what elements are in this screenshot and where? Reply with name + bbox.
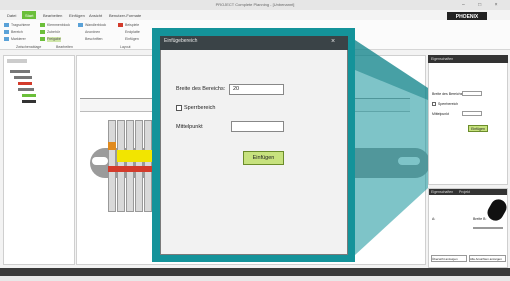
- mittelpunkt-input[interactable]: [231, 121, 284, 132]
- breite-label: Breite des Bereichs:: [176, 86, 226, 92]
- close-icon[interactable]: ×: [327, 37, 339, 47]
- mittelpunkt-label: Mittelpunkt: [176, 124, 203, 130]
- breite-input[interactable]: 20: [229, 84, 284, 95]
- sperrbereich-checkbox[interactable]: [176, 105, 182, 111]
- sperrbereich-label: Sperrbereich: [184, 105, 216, 111]
- dialog-title: Einfügebereich: [164, 38, 198, 44]
- einfuegebereich-dialog: [160, 36, 348, 255]
- einfuegen-button[interactable]: Einfügen: [243, 151, 284, 165]
